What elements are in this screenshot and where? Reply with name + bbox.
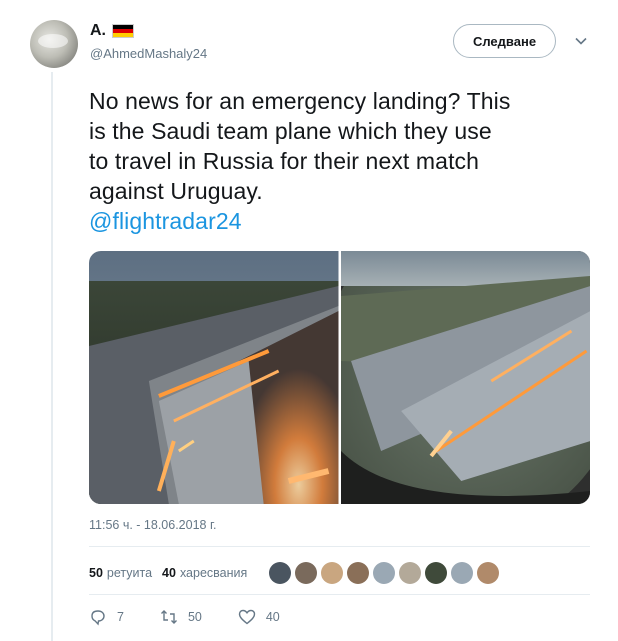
name-row: A. bbox=[90, 22, 134, 40]
reply-count: 7 bbox=[117, 610, 124, 624]
tweet-text-line: to travel in Russia for their next match bbox=[89, 148, 480, 174]
chevron-down-icon[interactable] bbox=[574, 34, 588, 48]
germany-flag-icon bbox=[112, 24, 134, 38]
photo-right[interactable] bbox=[340, 251, 590, 504]
reply-icon bbox=[91, 610, 105, 626]
heart-icon bbox=[238, 609, 256, 625]
author-avatar[interactable] bbox=[30, 20, 78, 68]
liker-avatar[interactable] bbox=[295, 562, 318, 584]
likes-label: харесвания bbox=[179, 566, 248, 580]
tweet-text-line: No news for an emergency landing? This bbox=[89, 88, 511, 114]
liker-avatar[interactable] bbox=[321, 562, 344, 584]
retweets-count: 50 bbox=[89, 566, 103, 580]
author-handle[interactable]: @AhmedMashaly24 bbox=[90, 46, 207, 61]
photo-left[interactable] bbox=[89, 251, 339, 504]
thread-line bbox=[51, 72, 53, 641]
liker-avatars bbox=[269, 562, 500, 584]
tweet-text: No news for an emergency landing? This i… bbox=[89, 86, 594, 236]
divider-bottom bbox=[89, 594, 590, 595]
liker-avatar[interactable] bbox=[425, 562, 448, 584]
like-button[interactable]: 40 bbox=[238, 608, 280, 626]
liker-avatar[interactable] bbox=[399, 562, 422, 584]
follow-button[interactable]: Следване bbox=[453, 24, 556, 58]
reply-button[interactable]: 7 bbox=[89, 608, 124, 626]
mention-link[interactable]: @flightradar24 bbox=[89, 206, 594, 236]
engagement-stats: 50 ретуита 40 харесвания bbox=[89, 558, 500, 588]
liker-avatar[interactable] bbox=[269, 562, 292, 584]
retweet-count: 50 bbox=[187, 610, 202, 624]
author-display-name[interactable]: A. bbox=[90, 22, 106, 40]
divider-top bbox=[89, 546, 590, 547]
liker-avatar[interactable] bbox=[451, 562, 474, 584]
media-grid bbox=[89, 251, 590, 504]
like-count: 40 bbox=[265, 610, 280, 624]
retweets-label: ретуита bbox=[106, 566, 153, 580]
likes-stat[interactable]: 40 харесвания bbox=[162, 566, 247, 580]
liker-avatar[interactable] bbox=[477, 562, 500, 584]
tweet-text-line: against Uruguay. bbox=[89, 178, 263, 204]
tweet-timestamp[interactable]: 11:56 ч. - 18.06.2018 г. bbox=[89, 518, 216, 532]
tweet-header: A. @AhmedMashaly24 Следване bbox=[30, 20, 600, 70]
likes-count: 40 bbox=[162, 566, 176, 580]
liker-avatar[interactable] bbox=[347, 562, 370, 584]
tweet-text-line: is the Saudi team plane which they use bbox=[89, 118, 492, 144]
liker-avatar[interactable] bbox=[373, 562, 396, 584]
retweet-button[interactable]: 50 bbox=[160, 608, 202, 626]
retweet-icon bbox=[160, 610, 177, 624]
tweet-actions: 7 50 40 bbox=[89, 608, 316, 626]
retweets-stat[interactable]: 50 ретуита bbox=[89, 566, 152, 580]
